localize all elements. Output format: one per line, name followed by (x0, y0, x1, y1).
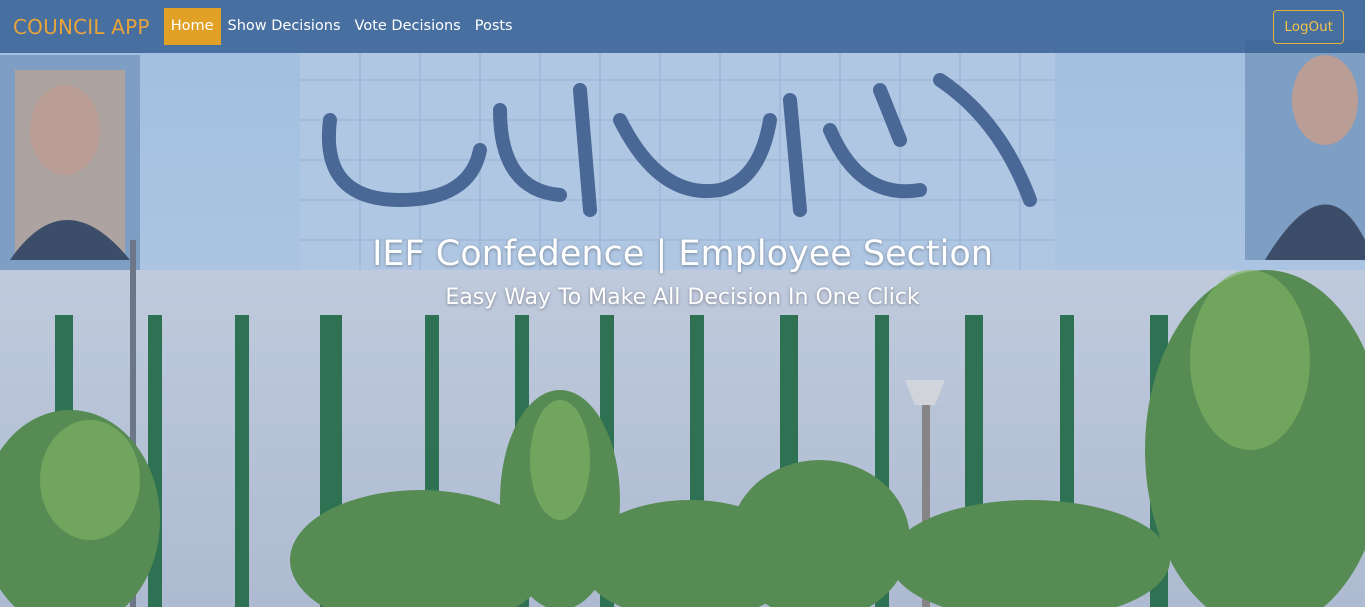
top-navbar: COUNCIL APP Home Show Decisions Vote Dec… (0, 0, 1365, 53)
nav-vote-decisions[interactable]: Vote Decisions (348, 8, 468, 45)
nav-home[interactable]: Home (163, 8, 221, 45)
app-brand[interactable]: COUNCIL APP (13, 15, 150, 39)
nav-posts[interactable]: Posts (468, 8, 520, 45)
page: COUNCIL APP Home Show Decisions Vote Dec… (0, 0, 1365, 607)
hero-subtitle: Easy Way To Make All Decision In One Cli… (445, 285, 920, 310)
logout-button[interactable]: LogOut (1273, 9, 1344, 44)
nav-show-decisions[interactable]: Show Decisions (221, 8, 348, 45)
hero-title: IEF Confedence | Employee Section (372, 234, 993, 274)
